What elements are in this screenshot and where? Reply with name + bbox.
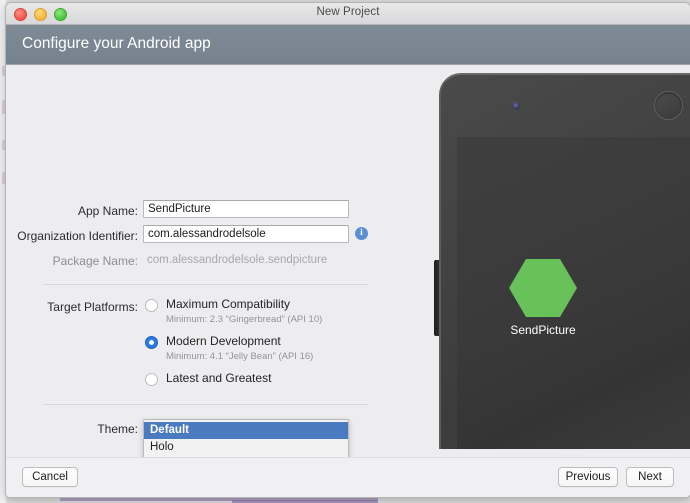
wizard-footer: Cancel Previous Next <box>6 457 690 497</box>
phone-front-camera-icon <box>512 102 520 110</box>
radio-button-icon[interactable] <box>145 336 158 349</box>
theme-option-holo[interactable]: Holo <box>144 439 348 456</box>
configuration-form: App Name: Organization Identifier: i Pac… <box>6 65 426 457</box>
window-title: New Project <box>316 6 380 18</box>
phone-screen: SendPicture <box>457 137 690 449</box>
package-name-label: Package Name: <box>52 254 138 268</box>
wizard-header: Configure your Android app <box>6 25 690 65</box>
section-divider <box>43 404 368 405</box>
app-name-input[interactable] <box>143 200 349 218</box>
app-name-label: App Name: <box>77 204 138 218</box>
radio-label: Modern Development <box>166 334 281 348</box>
phone-body: SendPicture <box>439 73 690 449</box>
radio-sublabel: Minimum: 2.3 “Gingerbread” (API 10) <box>166 314 323 325</box>
app-launcher-hexagon-icon <box>509 259 577 317</box>
wizard-content: SendPicture App Name: Organization Ident… <box>6 65 690 457</box>
info-icon[interactable]: i <box>355 227 368 240</box>
radio-button-icon[interactable] <box>145 299 158 312</box>
organization-identifier-input[interactable] <box>143 225 349 243</box>
window-titlebar: New Project <box>6 3 690 25</box>
theme-dropdown-popup[interactable]: Default Holo Holo Light Holo Light with … <box>143 419 349 457</box>
radio-button-icon[interactable] <box>145 373 158 386</box>
phone-earpiece-icon <box>654 91 683 120</box>
section-divider <box>43 284 368 285</box>
theme-label: Theme: <box>97 422 138 436</box>
theme-option-default[interactable]: Default <box>144 422 348 439</box>
wizard-header-title: Configure your Android app <box>22 35 211 52</box>
app-launcher-label: SendPicture <box>510 323 576 337</box>
radio-label: Maximum Compatibility <box>166 297 291 311</box>
organization-identifier-label: Organization Identifier: <box>17 229 138 243</box>
device-preview: SendPicture <box>426 65 690 457</box>
cancel-button[interactable]: Cancel <box>22 467 78 487</box>
package-name-value: com.alessandrodelsole.sendpicture <box>147 254 328 266</box>
previous-button[interactable]: Previous <box>558 467 618 487</box>
target-platforms-label: Target Platforms: <box>47 300 138 314</box>
next-button[interactable]: Next <box>626 467 674 487</box>
new-project-window: New Project Configure your Android app S… <box>5 2 690 498</box>
radio-sublabel: Minimum: 4.1 “Jelly Bean” (API 16) <box>166 351 314 362</box>
radio-label: Latest and Greatest <box>166 371 272 385</box>
